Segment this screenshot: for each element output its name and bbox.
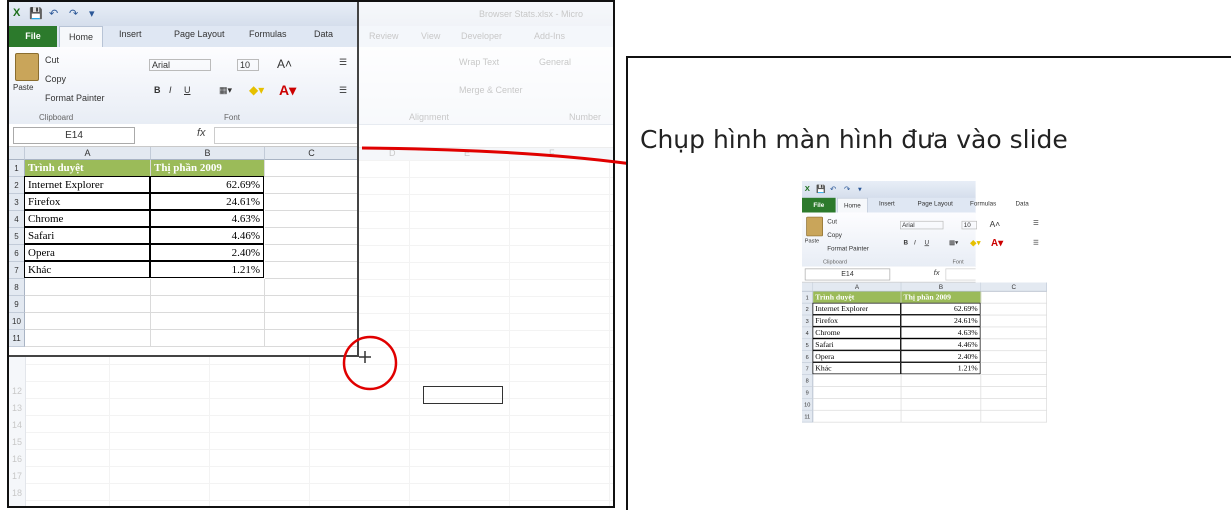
thumb-paste-button[interactable]: Paste (805, 238, 819, 244)
thumb-formula-bar: E14 fx (802, 266, 976, 283)
thumb-header-cell-browser[interactable]: Trình duyệt (813, 291, 902, 304)
thumb-empty-cell[interactable] (981, 386, 1047, 399)
thumb-clipboard-group-label: Clipboard (823, 258, 847, 265)
slide-title: Chụp hình màn hình đưa vào slide (640, 125, 1068, 154)
thumb-column-a[interactable]: A (813, 282, 902, 292)
thumb-empty-cell[interactable] (901, 398, 982, 411)
thumb-column-b[interactable]: B (901, 282, 982, 292)
thumb-redo-icon[interactable]: ↷ (844, 185, 850, 193)
thumb-italic-button[interactable]: I (914, 239, 916, 246)
thumb-empty-cell[interactable] (813, 386, 902, 399)
thumb-home-ribbon: Paste Cut Copy Format Painter Clipboard … (802, 212, 1039, 268)
thumb-empty-cell[interactable] (901, 410, 982, 423)
thumb-empty-cell[interactable] (981, 363, 1047, 375)
thumb-save-icon[interactable]: 💾 (816, 185, 826, 193)
thumb-header-cell-share[interactable]: Thị phần 2009 (901, 291, 982, 304)
thumb-row-header-11[interactable]: 11 (802, 410, 814, 423)
thumb-underline-button[interactable]: U (925, 239, 930, 246)
thumb-empty-cell[interactable] (981, 398, 1047, 411)
thumb-cell-market-share[interactable]: 4.46% (900, 338, 981, 351)
thumb-empty-cell[interactable] (981, 374, 1047, 387)
thumb-tab-formulas[interactable]: Formulas (970, 200, 996, 207)
thumb-excel-logo-icon: X (804, 184, 810, 193)
thumb-row-header-10[interactable]: 10 (802, 398, 814, 411)
thumb-empty-cell[interactable] (901, 386, 982, 399)
thumb-cell-market-share[interactable]: 1.21% (900, 362, 981, 375)
thumb-column-c[interactable]: C (981, 282, 1047, 292)
thumb-select-all-corner[interactable] (802, 282, 814, 292)
thumb-cell-browser-name[interactable]: Safari (812, 338, 901, 351)
thumb-tab-file[interactable]: File (802, 197, 836, 213)
thumb-font-color-icon[interactable]: A▾ (991, 237, 1003, 249)
thumb-cell-browser-name[interactable]: Firefox (812, 314, 901, 327)
thumb-tab-insert[interactable]: Insert (879, 200, 895, 207)
thumb-empty-cell[interactable] (981, 291, 1047, 304)
slide-panel: Chụp hình màn hình đưa vào slide X 💾 ↶ ↷… (626, 56, 1231, 510)
thumb-row-header-1[interactable]: 1 (802, 291, 814, 304)
thumb-quick-access-toolbar: X 💾 ↶ ↷ ▾ (802, 181, 976, 199)
thumb-bold-button[interactable]: B (904, 239, 909, 246)
thumb-cell-market-share[interactable]: 4.63% (900, 326, 981, 339)
thumb-borders-icon[interactable]: ▦▾ (949, 239, 958, 247)
thumb-cell-browser-name[interactable]: Chrome (812, 326, 901, 339)
thumb-ribbon-tab-bar: File Home Insert Page Layout Formulas Da… (802, 197, 1029, 214)
thumb-copy-button[interactable]: Copy (827, 231, 842, 238)
thumb-align-left-icon[interactable]: ☰ (1033, 239, 1039, 247)
thumb-empty-cell[interactable] (813, 410, 902, 423)
thumb-empty-cell[interactable] (981, 315, 1047, 328)
thumb-undo-icon[interactable]: ↶ (830, 185, 836, 193)
thumb-fx-icon[interactable]: fx (934, 269, 940, 277)
thumb-row-header-9[interactable]: 9 (802, 386, 814, 399)
thumb-empty-cell[interactable] (813, 398, 902, 411)
thumb-cell-market-share[interactable]: 24.61% (900, 314, 981, 327)
thumb-cell-browser-name[interactable]: Opera (812, 350, 901, 363)
thumb-font-name-select[interactable]: Arial (900, 220, 944, 230)
thumb-name-box[interactable]: E14 (804, 268, 891, 281)
thumb-tab-page-layout[interactable]: Page Layout (918, 200, 953, 207)
thumb-font-group-label: Font (952, 258, 964, 265)
thumb-empty-cell[interactable] (813, 374, 902, 387)
thumb-empty-cell[interactable] (901, 374, 982, 387)
thumb-empty-cell[interactable] (981, 327, 1047, 340)
thumb-empty-cell[interactable] (981, 410, 1047, 423)
thumb-empty-cell[interactable] (981, 351, 1047, 363)
thumb-empty-cell[interactable] (981, 303, 1047, 316)
thumb-tab-data[interactable]: Data (1016, 200, 1029, 207)
thumb-cell-browser-name[interactable]: Internet Explorer (812, 302, 901, 315)
thumb-cut-button[interactable]: Cut (827, 218, 837, 225)
thumb-cell-market-share[interactable]: 2.40% (900, 350, 981, 363)
thumb-format-painter-button[interactable]: Format Painter (827, 245, 869, 252)
thumb-grow-font-icon[interactable]: A˄ (990, 220, 1001, 230)
thumb-formula-input[interactable] (945, 268, 976, 281)
thumb-row-header-8[interactable]: 8 (802, 374, 814, 387)
pasted-screenshot-thumbnail[interactable]: X 💾 ↶ ↷ ▾ File Home Insert Page Layout F… (802, 181, 1050, 446)
thumb-fill-color-icon[interactable]: ◆▾ (970, 238, 981, 248)
thumb-tab-home[interactable]: Home (837, 197, 868, 213)
thumb-font-size-select[interactable]: 10 (961, 220, 978, 230)
thumb-paste-icon[interactable] (806, 216, 823, 237)
thumb-align-top-icon[interactable]: ☰ (1033, 220, 1039, 228)
thumb-customize-qat-icon[interactable]: ▾ (858, 185, 862, 193)
thumb-cell-browser-name[interactable]: Khác (812, 362, 901, 375)
thumb-empty-cell[interactable] (981, 339, 1047, 352)
thumb-cell-market-share[interactable]: 62.69% (900, 302, 981, 315)
